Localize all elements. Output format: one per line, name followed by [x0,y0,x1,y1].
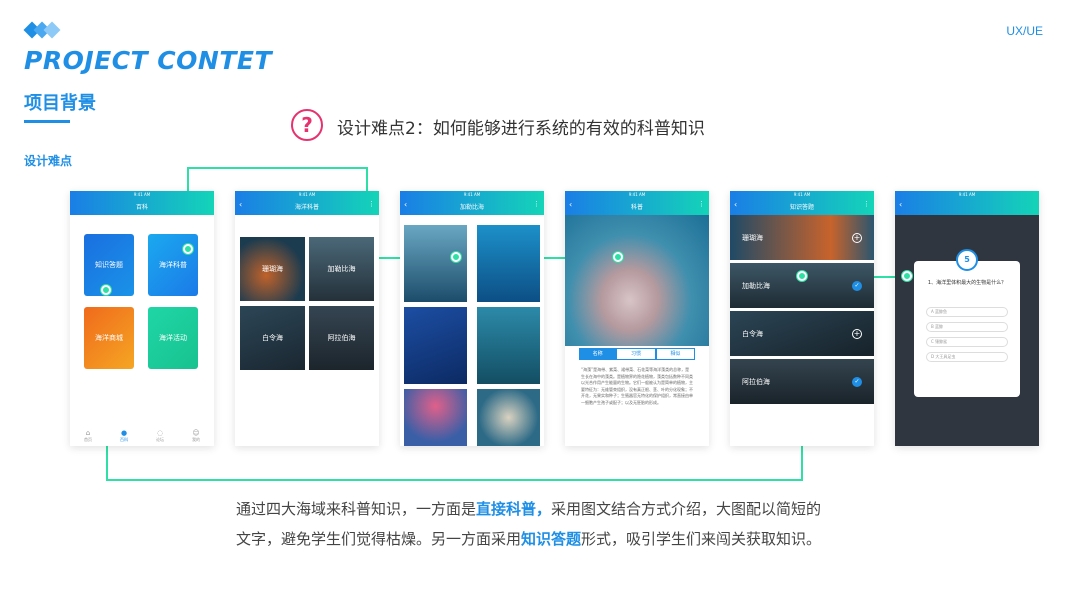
project-title: PROJECT CONTET [24,46,273,75]
photo-anemone-clownfish [565,215,709,346]
more-icon[interactable]: ⋮ [368,200,375,208]
connector-line [187,167,368,169]
quiz-sea-coral[interactable]: 珊瑚海 + [730,215,874,260]
connector-dot [902,271,912,281]
connector-dot [797,271,807,281]
sea-card-caribbean[interactable]: 加勒比海 [309,237,374,301]
highlight-knowledge-quiz: 知识答题 [521,530,582,548]
tab-encyclopedia[interactable]: ● 百科 [120,429,128,443]
question-text: 1、海洋里体积最大的生物是什么？ [927,280,1007,286]
tab-name[interactable]: 名称 [579,348,617,360]
phone-quiz-question: 9:41 AM ‹ 5 1、海洋里体积最大的生物是什么？ A 蓝鲸鱼 B 蓝鲸 … [895,191,1039,446]
quiz-option[interactable]: A 蓝鲸鱼 [926,307,1008,317]
phone-encyclopedia: 9:41 AM 百科 知识答题 海洋科普 海洋商城 海洋活动 ⌂ 首页 ● 百科 ◌… [70,191,214,446]
highlight-direct-science: 直接科普， [476,500,552,518]
section-title: 项目背景 [24,93,96,114]
quiz-option[interactable]: C 锤鲸鲨 [926,337,1008,347]
phone-caribbean: 9:41 AM ‹ 加勒比海 ⋮ [400,191,544,446]
tab-mine[interactable]: ☺ 我的 [192,429,200,443]
tab-similar[interactable]: 相似 [655,348,695,360]
status-time: 9:41 AM [133,192,151,197]
tile-ocean-activity[interactable]: 海洋活动 [148,307,198,369]
quiz-option[interactable]: D 大王具足虫 [926,352,1008,362]
user-icon: ☺ [192,429,200,437]
connector-dot [101,285,111,295]
connector-dot [451,252,461,262]
section-underline [24,120,70,123]
phone-science-detail: 9:41 AM ‹ 科普 ⋮ 名称 习惯 相似 “海藻”是海带、紫菜、裙带菜、石… [565,191,709,446]
chat-icon: ◌ [156,429,164,437]
connector-dot [183,244,193,254]
photo-fish-school[interactable] [477,225,540,302]
photo-ray[interactable] [404,307,467,384]
connector-line [106,479,802,481]
back-icon[interactable]: ‹ [899,200,902,209]
phone-title: 百科 [135,204,148,211]
quiz-sea-caribbean[interactable]: 加勒比海 ✓ [730,263,874,308]
tab-habit[interactable]: 习惯 [616,348,656,360]
sea-card-arabian[interactable]: 阿拉伯海 [309,306,374,370]
tab-forum[interactable]: ◌ 论坛 [156,429,164,443]
design-challenge-title: 设计难点2：如何能够进行系统的有效的科普知识 [337,119,705,139]
quiz-sea-bering[interactable]: 白令海 + [730,311,874,356]
tile-ocean-science[interactable]: 海洋科普 [148,234,198,296]
logo-diamonds-icon [23,20,64,40]
description-text: 通过四大海域来科普知识，一方面是直接科普，采用图文结合方式介绍，大图配以简短的 … [236,500,822,548]
more-icon[interactable]: ⋮ [863,200,870,208]
question-card: 5 1、海洋里体积最大的生物是什么？ A 蓝鲸鱼 B 蓝鲸 C 锤鲸鲨 D 大王… [914,249,1020,397]
phone-ocean-science: 9:41 AM ‹ 海洋科普 ⋮ 珊瑚海 加勒比海 白令海 阿拉伯海 [235,191,379,446]
photo-reef[interactable] [477,307,540,384]
check-circle-icon[interactable]: ✓ [852,280,862,291]
add-circle-icon[interactable]: + [852,232,862,243]
add-circle-icon[interactable]: + [852,328,862,339]
phone-quiz-list: 9:41 AM ‹ 知识答题 ⋮ 珊瑚海 + 加勒比海 ✓ 白令海 + 阿拉伯海… [730,191,874,446]
tile-ocean-mall[interactable]: 海洋商城 [84,307,134,369]
home-icon: ⌂ [85,429,91,437]
photo-pufferfish[interactable] [477,389,540,446]
sea-card-bering[interactable]: 白令海 [240,306,305,370]
sea-card-coral[interactable]: 珊瑚海 [240,237,305,301]
connector-dot [613,252,623,262]
more-icon[interactable]: ⋮ [533,200,540,208]
encyclopedia-icon: ● [120,429,128,437]
question-number-badge: 5 [956,249,978,271]
quiz-sea-arabian[interactable]: 阿拉伯海 ✓ [730,359,874,404]
sub-title: 设计难点 [24,154,73,168]
more-icon[interactable]: ⋮ [698,200,705,208]
photo-jellyfish[interactable] [404,389,467,446]
check-circle-icon[interactable]: ✓ [852,376,862,387]
ux-ue-label: UX/UE [1006,24,1043,38]
quiz-option[interactable]: B 蓝鲸 [926,322,1008,332]
question-icon: ? [291,109,323,141]
photo-seal[interactable] [404,225,467,302]
detail-tabs: 名称 习惯 相似 [579,348,695,360]
bottom-tab-bar: ⌂ 首页 ● 百科 ◌ 论坛 ☺ 我的 [70,426,214,446]
detail-body: “海藻”是海带、紫菜、裙带菜、石花菜等海洋藻类的总称，是生长在海中的藻类。是植物… [581,367,693,405]
tab-home[interactable]: ⌂ 首页 [84,429,92,443]
